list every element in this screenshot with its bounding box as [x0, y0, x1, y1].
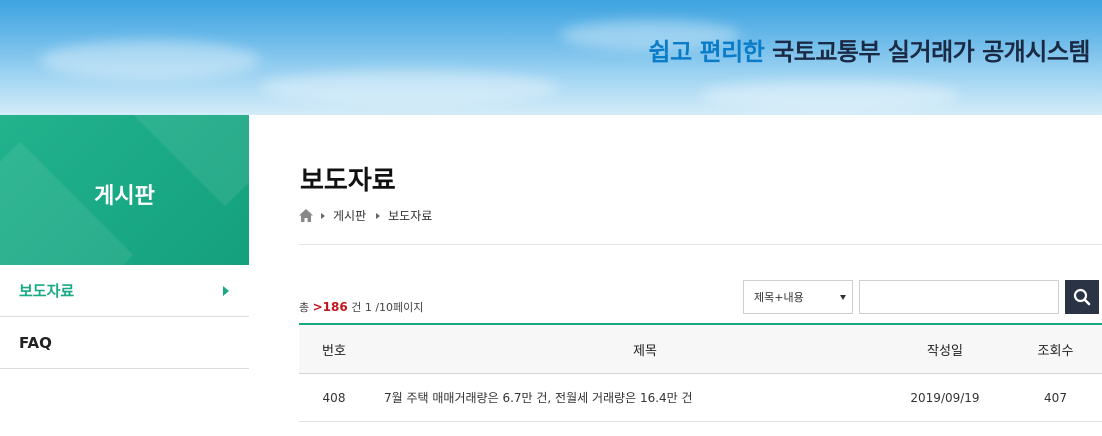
- chevron-right-icon: [223, 286, 229, 296]
- sidebar-item-press-release[interactable]: 보도자료: [0, 265, 249, 317]
- sidebar-header: 게시판: [0, 115, 249, 265]
- count-prefix: 총: [299, 301, 310, 314]
- title-divider: [299, 244, 1102, 245]
- site-title[interactable]: 쉽고 편리한 국토교통부 실거래가 공개시스템: [648, 32, 1091, 67]
- row-views: 407: [1044, 390, 1067, 405]
- table-header: 번호 제목 작성일 조회수: [299, 323, 1102, 374]
- home-icon[interactable]: [299, 209, 313, 222]
- sidebar-menu: 보도자료 FAQ: [0, 265, 249, 369]
- search-icon: [1073, 288, 1091, 306]
- sidebar-item-label: 보도자료: [19, 282, 75, 300]
- sidebar-item-faq[interactable]: FAQ: [0, 317, 249, 369]
- breadcrumb-item-board[interactable]: 게시판: [333, 207, 366, 224]
- sidebar-heading: 게시판: [94, 184, 155, 209]
- site-title-highlight: 쉽고 편리한: [648, 38, 765, 66]
- header-title: 제목: [633, 343, 657, 359]
- breadcrumb-separator-icon: [376, 212, 381, 219]
- row-title-link[interactable]: 7월 주택 매매거래량은 6.7만 건, 전월세 거래량은 16.4만 건: [369, 389, 881, 406]
- table-row[interactable]: 408 7월 주택 매매거래량은 6.7만 건, 전월세 거래량은 16.4만 …: [299, 374, 1102, 422]
- site-title-main: 국토교통부 실거래가 공개시스템: [772, 38, 1090, 66]
- header-date: 작성일: [927, 343, 963, 359]
- header-views: 조회수: [1037, 343, 1074, 359]
- count-suffix: 건 1 /10페이지: [351, 301, 424, 314]
- list-count-info: 총 >186 건 1 /10페이지: [299, 299, 423, 315]
- search-type-select[interactable]: 제목+내용: [743, 280, 853, 314]
- search-input[interactable]: [859, 280, 1059, 314]
- breadcrumb-item-current[interactable]: 보도자료: [388, 207, 432, 224]
- search-type-value: 제목+내용: [754, 291, 804, 304]
- row-number: 408: [322, 390, 346, 405]
- sidebar-item-label: FAQ: [19, 333, 52, 352]
- press-release-table: 번호 제목 작성일 조회수 408 7월 주택 매매거래량은 6.7만 건, 전…: [299, 323, 1102, 422]
- search-button[interactable]: [1065, 280, 1099, 314]
- breadcrumb: 게시판 보도자료: [299, 207, 442, 224]
- dropdown-caret-icon: [840, 295, 846, 300]
- page-title: 보도자료: [300, 166, 396, 196]
- breadcrumb-separator-icon: [321, 212, 325, 219]
- total-count: >186: [312, 300, 348, 314]
- header-banner: 쉽고 편리한 국토교통부 실거래가 공개시스템: [0, 0, 1102, 115]
- row-date: 2019/09/19: [910, 390, 980, 405]
- header-number: 번호: [322, 343, 346, 359]
